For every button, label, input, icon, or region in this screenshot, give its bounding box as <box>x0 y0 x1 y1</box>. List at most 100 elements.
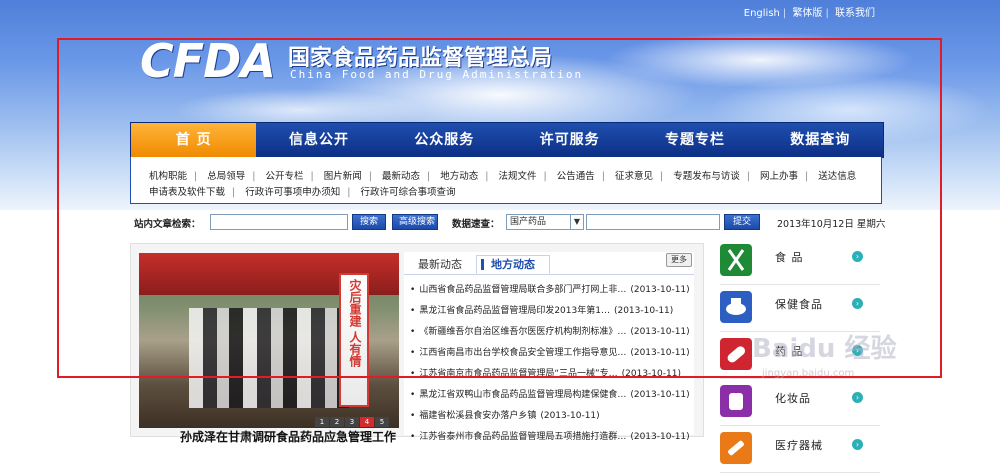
subnav-link[interactable]: 送达信息 <box>818 171 856 182</box>
news-date: (2013-10-11) <box>630 432 690 442</box>
bullet-icon: • <box>410 306 416 316</box>
english-link[interactable]: English <box>744 8 780 19</box>
tab-latest-news[interactable]: 最新动态 <box>418 256 462 272</box>
news-title: 山西省食品药品监督管理局联合多部门严打网上非… <box>419 285 627 295</box>
bullet-icon: • <box>410 390 416 400</box>
traditional-chinese-link[interactable]: 繁体版 <box>792 8 822 19</box>
subnav-link[interactable]: 图片新闻 <box>324 171 362 182</box>
search-bar: 站内文章检索： 搜索 高级搜索 数据速查： 国产药品 ▼ 提交 2013年10月… <box>130 212 886 232</box>
category-label: 食 品 <box>775 251 804 264</box>
chevron-down-icon: ▼ <box>570 215 583 229</box>
subnav-link[interactable]: 申请表及软件下载 <box>149 187 225 198</box>
pager-item-current[interactable]: 4 <box>360 417 374 427</box>
news-photo[interactable]: 灾后重建 人有情 <box>139 253 399 428</box>
news-title: 江苏省南京市食品药品监督管理局“三品一械”专… <box>419 369 618 379</box>
subnav-link[interactable]: 总局领导 <box>207 171 245 182</box>
pager-item[interactable]: 5 <box>375 417 389 427</box>
photo-banner-text: 灾后重建 人有情 <box>348 279 362 368</box>
nav-data-query[interactable]: 数据查询 <box>758 123 883 157</box>
news-item[interactable]: • 黑龙江省双鸭山市食品药品监督管理局构建保健食… (2013-10-11) <box>410 387 694 408</box>
arrow-right-icon: › <box>852 439 863 450</box>
news-date: (2013-10-11) <box>630 390 690 400</box>
main-nav: 首 页 信息公开 公众服务 许可服务 专题专栏 数据查询 <box>130 122 884 158</box>
news-date: (2013-10-11) <box>613 306 674 316</box>
photo-pager: 1 2 3 4 5 <box>314 417 389 427</box>
tab-local-news[interactable]: 地方动态 <box>476 255 550 274</box>
current-date: 2013年10月12日 星期六 <box>777 219 886 230</box>
news-box: 最新动态 地方动态 更多 • 山西省食品药品监督管理局联合多部门严打网上非… (20… <box>404 252 694 442</box>
syringe-icon <box>720 432 752 464</box>
nav-special-topics[interactable]: 专题专栏 <box>632 123 757 157</box>
advanced-search-button[interactable]: 高级搜索 <box>392 214 438 230</box>
pager-item[interactable]: 3 <box>345 417 359 427</box>
news-title: 江西省南昌市出台学校食品安全管理工作指导意见… <box>419 348 627 358</box>
news-tabs: 最新动态 地方动态 更多 <box>404 252 694 275</box>
arrow-right-icon: › <box>852 251 863 262</box>
subnav-link[interactable]: 征求意见 <box>615 171 653 182</box>
nav-license-service[interactable]: 许可服务 <box>507 123 632 157</box>
nav-info-disclosure[interactable]: 信息公开 <box>256 123 381 157</box>
news-item[interactable]: • 江西省南昌市出台学校食品安全管理工作指导意见… (2013-10-11) <box>410 345 694 366</box>
subnav-link[interactable]: 公开专栏 <box>266 171 304 182</box>
search-button[interactable]: 搜索 <box>352 214 386 230</box>
news-title: 《新疆维吾尔自治区维吾尔医医疗机构制剂标准》… <box>419 327 627 337</box>
subnav-link[interactable]: 地方动态 <box>440 171 478 182</box>
subnav-link[interactable]: 最新动态 <box>382 171 420 182</box>
top-links: English | 繁体版 | 联系我们 <box>743 8 875 19</box>
agency-name-en: China Food and Drug Administration <box>290 68 584 81</box>
subnav-link[interactable]: 网上办事 <box>760 171 798 182</box>
data-query-input[interactable] <box>586 214 720 230</box>
news-date: (2013-10-11) <box>630 285 690 295</box>
category-cosmetics[interactable]: 化妆品 › <box>720 379 880 426</box>
pager-item[interactable]: 2 <box>330 417 344 427</box>
news-item[interactable]: • 《新疆维吾尔自治区维吾尔医医疗机构制剂标准》… (2013-10-11) <box>410 324 694 345</box>
subnav-row-1: 机构职能 | 总局领导 | 公开专栏 | 图片新闻 | 最新动态 | 地方动态 | 法规文件… <box>149 171 857 182</box>
site-logo[interactable]: CFDA 国家食品药品监督管理总局 China Food and Drug Ad… <box>140 34 581 88</box>
category-label: 保健食品 <box>775 298 823 311</box>
photo-people <box>189 308 349 408</box>
subnav-link[interactable]: 法规文件 <box>499 171 537 182</box>
news-item[interactable]: • 福建省松溪县食安办落户乡镇 (2013-10-11) <box>410 408 694 429</box>
bullet-icon: • <box>410 369 416 379</box>
logo-acronym: CFDA <box>140 34 276 88</box>
nav-public-service[interactable]: 公众服务 <box>382 123 507 157</box>
news-item[interactable]: • 江苏省泰州市食品药品监督管理局五项措施打造群… (2013-10-11) <box>410 429 694 450</box>
baidu-watermark: Baidu 经验 <box>752 334 897 364</box>
submit-button[interactable]: 提交 <box>724 214 760 230</box>
contact-link[interactable]: 联系我们 <box>835 8 875 19</box>
baidu-watermark-url: jingyan.baidu.com <box>762 368 855 379</box>
site-search-input[interactable] <box>210 214 348 230</box>
bullet-icon: • <box>410 432 416 442</box>
data-query-select-value: 国产药品 <box>510 217 547 227</box>
cosmetics-icon <box>720 385 752 417</box>
news-title: 黑龙江省双鸭山市食品药品监督管理局构建保健食… <box>419 390 627 400</box>
site-search-label: 站内文章检索： <box>134 219 201 230</box>
news-item[interactable]: • 黑龙江省食品药品监督管理局印发2013年第1… (2013-10-11) <box>410 303 694 324</box>
category-food[interactable]: 食 品 › <box>720 238 880 285</box>
news-title: 江苏省泰州市食品药品监督管理局五项措施打造群… <box>419 432 627 442</box>
arrow-right-icon: › <box>852 392 863 403</box>
subnav-link[interactable]: 专题发布与访谈 <box>673 171 740 182</box>
data-query-label: 数据速查： <box>452 219 500 230</box>
category-health-food[interactable]: 保健食品 › <box>720 285 880 332</box>
news-title: 黑龙江省食品药品监督管理局印发2013年第1… <box>419 306 610 316</box>
photo-banner: 灾后重建 人有情 <box>339 273 369 407</box>
news-item[interactable]: • 山西省食品药品监督管理局联合多部门严打网上非… (2013-10-11) <box>410 282 694 303</box>
subnav-link[interactable]: 行政许可事项申办须知 <box>245 187 340 198</box>
subnav-link[interactable]: 机构职能 <box>149 171 187 182</box>
category-label: 医疗器械 <box>775 439 823 452</box>
category-medical-device[interactable]: 医疗器械 › <box>720 426 880 473</box>
pager-item[interactable]: 1 <box>315 417 329 427</box>
subnav-link[interactable]: 公告通告 <box>557 171 595 182</box>
bullet-icon: • <box>410 348 416 358</box>
bullet-icon: • <box>410 411 416 421</box>
category-label: 化妆品 <box>775 392 811 405</box>
news-date: (2013-10-11) <box>540 411 600 421</box>
news-item[interactable]: • 江苏省南京市食品药品监督管理局“三品一械”专… (2013-10-11) <box>410 366 694 387</box>
bullet-icon: • <box>410 285 416 295</box>
more-button[interactable]: 更多 <box>666 253 692 267</box>
data-query-select[interactable]: 国产药品 ▼ <box>506 214 584 230</box>
photo-caption[interactable]: 孙成泽在甘肃调研食品药品应急管理工作 <box>180 428 396 445</box>
subnav-link[interactable]: 行政许可综合事项查询 <box>361 187 456 198</box>
nav-home[interactable]: 首 页 <box>131 123 257 157</box>
